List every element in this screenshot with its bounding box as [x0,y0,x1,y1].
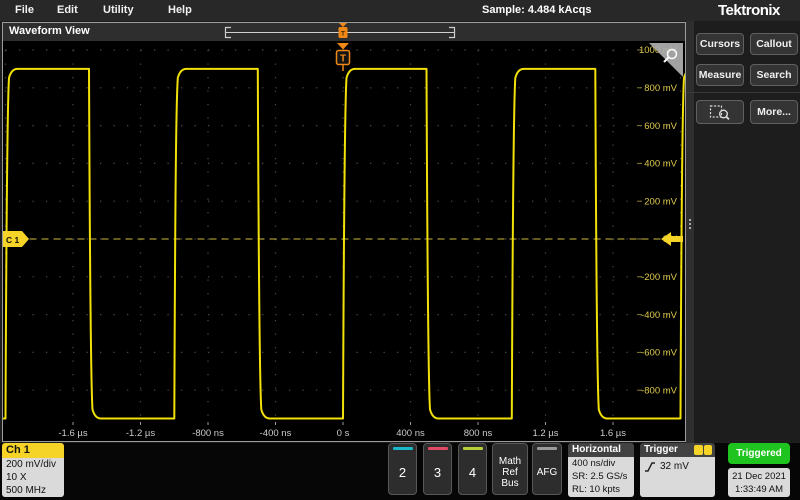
panel-title: Waveform View [9,25,90,37]
horizontal-scale: 400 ns/div [572,457,634,470]
svg-text:C 1: C 1 [6,235,20,245]
datetime-badge: 21 Dec 2021 1:33:49 AM [728,468,790,497]
ref-label: Ref [502,467,518,478]
menu-utility[interactable]: Utility [103,4,134,16]
y-tick-label: 400 mV [644,159,677,170]
x-tick-label: 1.2 µs [532,428,558,439]
menu-bar: File Edit Utility Help Sample: 4.484 kAc… [0,0,800,21]
grip-dots-icon [689,219,691,221]
horizontal-badge-header: Horizontal [568,443,634,457]
bottom-bar: Ch 1 200 mV/div 10 X 500 MHz 2 3 4 Math … [0,443,800,500]
callout-button[interactable]: Callout [750,33,798,55]
afg-button[interactable]: AFG [532,443,562,495]
horizontal-badge[interactable]: Horizontal 400 ns/div SR: 2.5 GS/s RL: 1… [568,443,634,497]
channel-button-4[interactable]: 4 [458,443,487,495]
svg-text:T: T [341,31,345,38]
bus-label: Bus [501,478,518,489]
triggered-status-badge: Triggered [728,443,790,464]
rising-edge-icon [644,461,656,473]
horizontal-badge-body: 400 ns/div SR: 2.5 GS/s RL: 10 kpts [568,457,634,497]
trigger-badge[interactable]: Trigger 32 mV [640,443,715,497]
graticule[interactable]: 1000 mV800 mV600 mV400 mV200 mV0 V-200 m… [3,41,685,441]
right-toolbar: Cursors Callout Measure Search More... [694,21,800,443]
zoom-select-icon [709,104,731,121]
y-tick-label: -600 mV [641,348,678,359]
x-tick-label: -400 ns [260,428,292,439]
sample-status: Sample: 4.484 kAcqs [482,4,591,16]
trigger-level: 32 mV [660,460,689,473]
minimap-trigger-marker[interactable] [339,23,347,27]
ch1-scale: 200 mV/div [6,458,64,471]
more-button[interactable]: More... [750,100,798,124]
x-tick-label: 400 ns [396,428,425,439]
math-ref-bus-button[interactable]: Math Ref Bus [492,443,528,495]
ch1-badge-header: Ch 1 [2,443,64,458]
y-tick-label: -400 mV [641,310,678,321]
time-label: 1:33:49 AM [728,483,790,496]
menu-help[interactable]: Help [168,4,192,16]
horizontal-position-minimap[interactable]: T [223,23,463,41]
x-tick-label: -1.6 µs [58,428,87,439]
channel-button-3[interactable]: 3 [423,443,452,495]
y-tick-label: -800 mV [641,385,678,396]
waveform-display[interactable]: 1000 mV800 mV600 mV400 mV200 mV0 V-200 m… [3,41,685,441]
trigger-badge-header: Trigger [640,443,715,457]
ch1-badge-body: 200 mV/div 10 X 500 MHz [2,458,64,497]
ch1-bandwidth: 500 MHz [6,484,64,497]
channel-4-label: 4 [469,450,476,494]
menu-file[interactable]: File [15,4,34,16]
channel-button-2[interactable]: 2 [388,443,417,495]
date-label: 21 Dec 2021 [728,470,790,483]
tektronix-logo: Tektronix [718,2,780,19]
y-tick-label: -200 mV [641,272,678,283]
x-tick-label: 1.6 µs [600,428,626,439]
ch1-position-marker[interactable]: C 1 [3,231,29,247]
x-tick-label: -800 ns [192,428,224,439]
menu-edit[interactable]: Edit [57,4,78,16]
toolbar-divider [686,92,800,93]
trigger-badge-body: 32 mV [640,457,715,497]
y-tick-label: 800 mV [644,83,677,94]
horizontal-record-length: RL: 10 kpts [572,483,634,496]
channel-3-label: 3 [434,450,441,494]
ch1-attenuation: 10 X [6,471,64,484]
afg-label: AFG [537,450,558,494]
zoom-select-button[interactable] [696,100,744,124]
y-tick-label: 600 mV [644,121,677,132]
ch1-trace [3,69,685,419]
math-label: Math [499,456,521,467]
y-tick-label: 200 mV [644,196,677,207]
waveform-panel: Waveform View T 1000 mV800 mV600 mV400 m… [2,22,686,442]
panel-splitter[interactable] [686,21,694,443]
x-tick-label: -1.2 µs [126,428,155,439]
x-tick-label: 800 ns [464,428,493,439]
trigger-source-indicator [694,445,712,455]
measure-button[interactable]: Measure [696,64,744,86]
cursors-button[interactable]: Cursors [696,33,744,55]
horizontal-sample-rate: SR: 2.5 GS/s [572,470,634,483]
svg-text:T: T [340,54,346,65]
x-tick-label: 0 s [337,428,350,439]
ch1-badge[interactable]: Ch 1 200 mV/div 10 X 500 MHz [2,443,64,497]
waveform-panel-titlebar: Waveform View T [3,23,685,41]
search-button[interactable]: Search [750,64,798,86]
channel-2-label: 2 [399,450,406,494]
trigger-position-marker[interactable]: T [337,43,350,71]
